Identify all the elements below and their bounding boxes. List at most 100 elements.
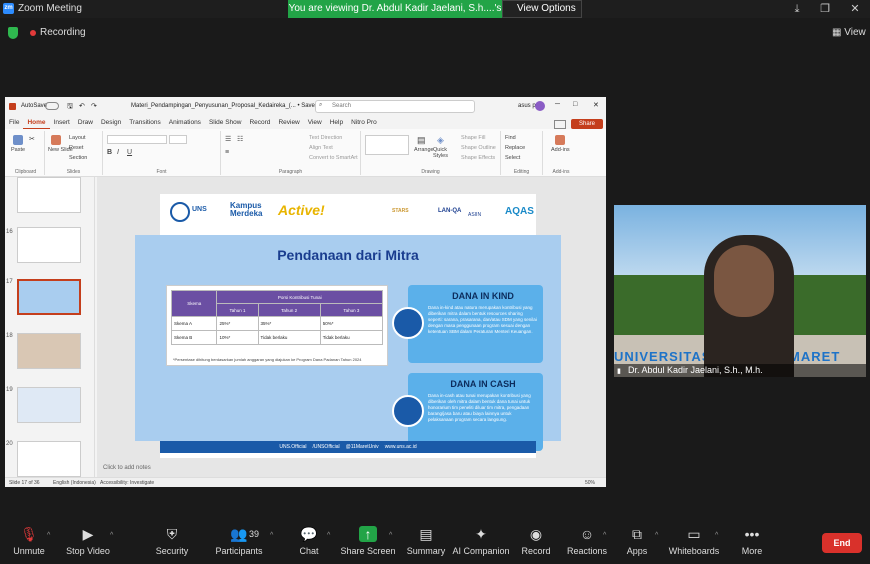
slide-thumbnail[interactable] xyxy=(17,227,81,263)
table-row: Skema A 25%* 35%* 50%* xyxy=(170,316,384,331)
section-button[interactable]: Section xyxy=(69,155,87,161)
summary-icon: ▤ xyxy=(419,526,433,542)
find-button[interactable]: Find xyxy=(505,135,516,141)
maximize-icon[interactable]: □ xyxy=(573,101,577,108)
more-button[interactable]: ••• More xyxy=(717,526,787,556)
tab-record[interactable]: Record xyxy=(245,117,274,129)
participant-name: Dr. Abdul Kadir Jaelani, S.h., M.h. xyxy=(628,365,763,375)
font-name-select[interactable] xyxy=(107,135,167,144)
convert-smartart-button[interactable]: Convert to SmartArt xyxy=(309,155,358,161)
slide-thumbnail[interactable] xyxy=(17,333,81,369)
view-button[interactable]: ▦ View xyxy=(832,27,866,38)
reset-button[interactable]: Reset xyxy=(69,145,83,151)
addins-icon[interactable] xyxy=(555,135,565,145)
tab-animations[interactable]: Animations xyxy=(165,117,205,129)
shape-outline-button[interactable]: Shape Outline xyxy=(461,145,496,151)
zoom-level[interactable]: 50% xyxy=(585,480,595,486)
record-label: Record xyxy=(521,546,551,556)
italic-icon[interactable]: I xyxy=(117,149,119,156)
close-ppt-icon[interactable]: ✕ xyxy=(593,101,599,109)
encryption-shield-icon[interactable] xyxy=(8,27,18,39)
tab-help[interactable]: Help xyxy=(326,117,347,129)
minimize-icon[interactable]: ─ xyxy=(555,101,560,108)
slide-thumbnail[interactable] xyxy=(17,441,81,477)
notes-placeholder[interactable]: Click to add notes xyxy=(103,465,151,471)
tab-view[interactable]: View xyxy=(304,117,326,129)
redo-icon[interactable]: ↷ xyxy=(91,102,97,110)
tab-file[interactable]: File xyxy=(5,117,23,129)
chevron-up-icon[interactable]: ^ xyxy=(655,532,658,539)
numbering-icon[interactable]: ☷ xyxy=(237,135,243,143)
share-button[interactable]: Share xyxy=(571,119,603,129)
font-size-select[interactable] xyxy=(169,135,187,144)
replace-button[interactable]: Replace xyxy=(505,145,525,151)
arrange-icon[interactable]: ▤ xyxy=(417,135,426,146)
text-direction-button[interactable]: Text Direction xyxy=(309,135,342,141)
chevron-up-icon[interactable]: ^ xyxy=(47,532,50,539)
align-text-button[interactable]: Align Text xyxy=(309,145,333,151)
layout-button[interactable]: Layout xyxy=(69,135,86,141)
tab-insert[interactable]: Insert xyxy=(50,117,74,129)
end-meeting-button[interactable]: End xyxy=(822,533,862,553)
participants-button[interactable]: 👥 Participants xyxy=(204,526,274,556)
chevron-up-icon[interactable]: ^ xyxy=(327,532,330,539)
comments-icon[interactable] xyxy=(554,120,566,129)
tab-slide-show[interactable]: Slide Show xyxy=(205,117,246,129)
quick-styles-icon[interactable]: ◈ xyxy=(437,135,444,146)
select-button[interactable]: Select xyxy=(505,155,520,161)
tab-draw[interactable]: Draw xyxy=(74,117,97,129)
chevron-up-icon[interactable]: ^ xyxy=(270,532,273,539)
twitter-handle: @11MaretUniv xyxy=(345,444,379,450)
tab-review[interactable]: Review xyxy=(274,117,303,129)
dana-in-kind-card: DANA IN KIND Dana in-kind atau natura me… xyxy=(392,285,543,363)
security-label: Security xyxy=(155,546,189,556)
slide-thumbnail[interactable] xyxy=(17,177,81,213)
slides-group-label: Slides xyxy=(66,169,81,175)
undo-icon[interactable]: ↶ xyxy=(79,102,85,110)
shape-fill-button[interactable]: Shape Fill xyxy=(461,135,485,141)
save-icon[interactable]: 🖫 xyxy=(67,102,73,113)
participant-video-tile[interactable]: UNIVERSITAS SEBELAS MARET Dr. Abdul Kadi… xyxy=(614,205,866,377)
hide-icon[interactable]: ⤓ xyxy=(790,2,804,16)
tab-home[interactable]: Home xyxy=(23,117,50,129)
tab-design[interactable]: Design xyxy=(97,117,125,129)
align-left-icon[interactable]: ≡ xyxy=(225,149,229,156)
video-camera-icon: ▶ xyxy=(82,526,94,542)
dana-in-cash-card: DANA IN CASH Dana in-cash atau tunai mer… xyxy=(392,373,543,451)
table-header-year: Tahun 2 xyxy=(257,303,321,317)
slide-thumbnail-active[interactable] xyxy=(17,279,81,315)
slide-title: Pendanaan dari Mitra xyxy=(277,247,419,263)
avatar[interactable] xyxy=(535,101,545,111)
close-icon[interactable]: ✕ xyxy=(848,2,862,16)
search-box[interactable]: Search xyxy=(315,100,475,113)
view-options-button[interactable]: View Options ⌄ xyxy=(502,0,582,30)
tab-nitro-pro[interactable]: Nitro Pro xyxy=(347,117,381,129)
shape-effects-button[interactable]: Shape Effects xyxy=(461,155,495,161)
paste-label[interactable]: Paste xyxy=(11,147,25,153)
autosave-toggle[interactable] xyxy=(45,102,59,110)
clipboard-group: Paste ✂ Clipboard xyxy=(7,131,45,175)
thumb-number: 16 xyxy=(6,229,13,235)
slide-thumbnails-pane[interactable]: 16 17 18 19 20 xyxy=(5,177,95,477)
arrange-label[interactable]: Arrange xyxy=(414,147,434,153)
whiteboard-icon: ▭ xyxy=(687,526,701,542)
chevron-up-icon[interactable]: ^ xyxy=(110,532,113,539)
cut-icon[interactable]: ✂ xyxy=(29,135,35,143)
addins-label[interactable]: Add-ins xyxy=(551,147,570,153)
restore-icon[interactable]: ❐ xyxy=(818,2,832,16)
recording-label[interactable]: Recording xyxy=(40,27,86,38)
language-indicator[interactable]: English (Indonesia) xyxy=(53,480,96,486)
stop-video-button[interactable]: ▶ Stop Video xyxy=(53,526,123,556)
accessibility-indicator[interactable]: Accessibility: Investigate xyxy=(100,480,154,486)
bullets-icon[interactable]: ☰ xyxy=(225,135,231,143)
slide-thumbnail[interactable] xyxy=(17,387,81,423)
new-slide-icon[interactable] xyxy=(51,135,61,145)
paste-icon[interactable] xyxy=(13,135,23,145)
underline-icon[interactable]: U xyxy=(127,149,132,156)
bold-icon[interactable]: B xyxy=(107,149,112,156)
tab-transitions[interactable]: Transitions xyxy=(125,117,165,129)
table-cell: 50%* xyxy=(319,316,384,331)
security-button[interactable]: ⛨ Security xyxy=(137,526,207,556)
quick-styles-label[interactable]: Quick Styles xyxy=(433,147,455,159)
shapes-gallery[interactable] xyxy=(365,135,409,155)
